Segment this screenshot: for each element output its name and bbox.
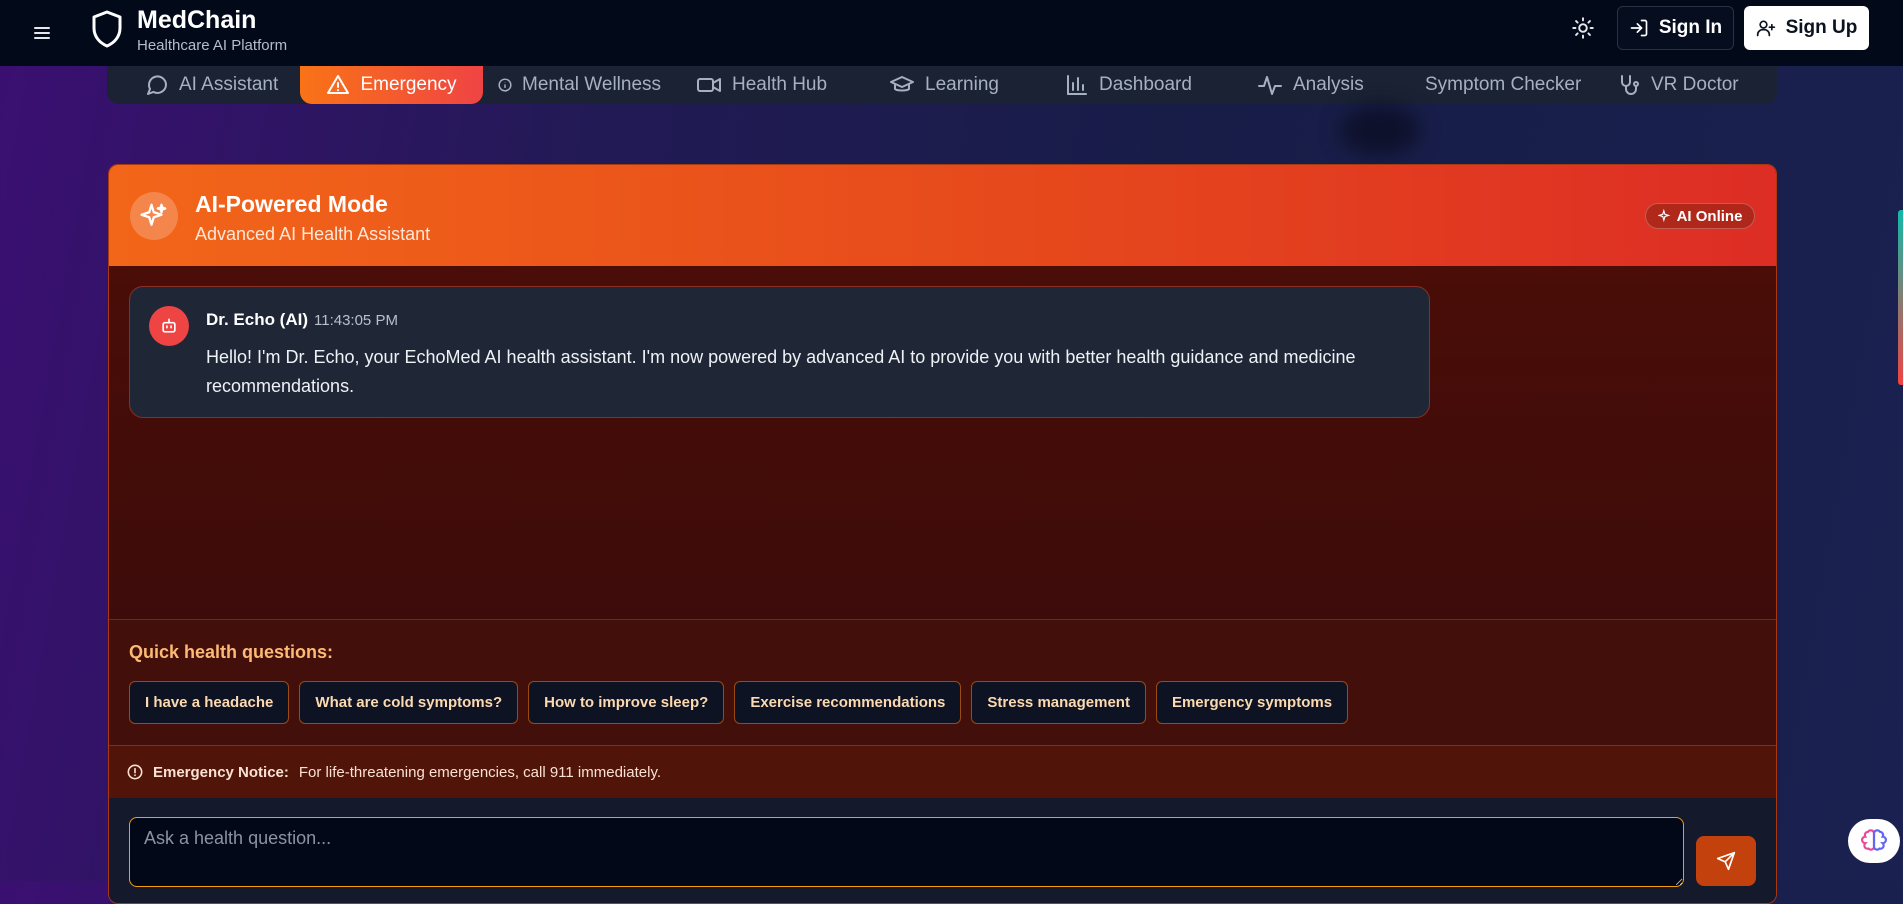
quick-question-chips: I have a headache What are cold symptoms… bbox=[129, 681, 1349, 724]
emergency-notice: Emergency Notice: For life-threatening e… bbox=[109, 745, 1776, 799]
sun-icon[interactable] bbox=[1570, 15, 1596, 41]
quick-question-chip[interactable]: Exercise recommendations bbox=[734, 681, 962, 724]
shield-logo-icon bbox=[90, 9, 124, 49]
tab-mental-wellness[interactable]: Mental Wellness bbox=[498, 66, 661, 104]
tab-analysis[interactable]: Analysis bbox=[1257, 66, 1364, 104]
tab-label: Learning bbox=[925, 74, 999, 95]
message-text: Hello! I'm Dr. Echo, your EchoMed AI hea… bbox=[206, 347, 1356, 396]
bot-icon bbox=[149, 306, 189, 346]
tab-ai-assistant[interactable]: AI Assistant bbox=[145, 66, 278, 104]
quick-question-chip[interactable]: How to improve sleep? bbox=[528, 681, 725, 724]
tab-vr-doctor[interactable]: VR Doctor bbox=[1617, 66, 1739, 104]
notice-text: For life-threatening emergencies, call 9… bbox=[298, 763, 661, 781]
activity-icon bbox=[1258, 76, 1282, 95]
tab-dashboard[interactable]: Dashboard bbox=[1065, 66, 1192, 104]
mode-title: AI-Powered Mode bbox=[195, 191, 388, 217]
quick-question-chip[interactable]: I have a headache bbox=[129, 681, 290, 724]
log-in-icon bbox=[1629, 18, 1649, 38]
brain-icon bbox=[1861, 829, 1887, 851]
top-bar: MedChain Healthcare AI Platform Sign In … bbox=[0, 0, 1903, 66]
quick-questions-label: Quick health questions: bbox=[129, 642, 334, 662]
chat-bubble-icon bbox=[147, 75, 167, 95]
alert-circle-icon bbox=[127, 764, 143, 780]
brand-subtitle: Healthcare AI Platform bbox=[137, 37, 288, 54]
tab-label: Dashboard bbox=[1099, 74, 1192, 95]
message-timestamp: 11:43:05 PM bbox=[314, 312, 398, 329]
tab-label: AI Assistant bbox=[179, 74, 279, 95]
mode-subtitle: Advanced AI Health Assistant bbox=[195, 224, 431, 244]
tab-emergency[interactable]: Emergency bbox=[300, 66, 483, 104]
chat-panel: AI-Powered Mode Advanced AI Health Assis… bbox=[108, 164, 1777, 904]
sign-in-button[interactable]: Sign In bbox=[1617, 6, 1734, 50]
send-button[interactable] bbox=[1696, 836, 1756, 886]
tab-label: Emergency bbox=[360, 74, 457, 95]
stethoscope-icon bbox=[1621, 75, 1639, 95]
tab-label: Health Hub bbox=[732, 74, 828, 95]
bar-chart-icon bbox=[1067, 75, 1087, 95]
brain-assistant-button[interactable] bbox=[1848, 819, 1900, 863]
video-icon bbox=[697, 78, 721, 92]
quick-question-chip[interactable]: What are cold symptoms? bbox=[299, 681, 519, 724]
background-glow bbox=[1340, 105, 1420, 155]
quick-question-chip[interactable]: Emergency symptoms bbox=[1155, 681, 1349, 724]
brand-name: MedChain bbox=[137, 6, 257, 34]
chat-input-area bbox=[109, 798, 1776, 903]
sparkles-icon bbox=[1657, 209, 1670, 223]
tab-health-hub[interactable]: Health Hub bbox=[696, 66, 827, 104]
warning-triangle-icon bbox=[327, 75, 350, 94]
message-list: Dr. Echo (AI) 11:43:05 PM Hello! I'm Dr.… bbox=[109, 266, 1776, 619]
tab-symptom-checker[interactable]: Symptom Checker bbox=[1425, 66, 1581, 104]
chat-input[interactable] bbox=[129, 817, 1684, 887]
sign-up-button[interactable]: Sign Up bbox=[1744, 6, 1869, 50]
notice-label: Emergency Notice: bbox=[153, 763, 289, 781]
sign-up-label: Sign Up bbox=[1785, 17, 1858, 38]
message-bubble: Dr. Echo (AI) 11:43:05 PM Hello! I'm Dr.… bbox=[129, 286, 1430, 418]
sparkles-icon bbox=[130, 192, 178, 240]
tab-label: Mental Wellness bbox=[522, 74, 662, 95]
status-label: AI Online bbox=[1676, 207, 1743, 225]
tab-label: VR Doctor bbox=[1651, 74, 1739, 95]
tab-label: Symptom Checker bbox=[1425, 74, 1582, 95]
sign-in-label: Sign In bbox=[1658, 17, 1723, 38]
quick-questions-section: Quick health questions: I have a headach… bbox=[109, 619, 1776, 746]
menu-icon[interactable] bbox=[30, 21, 54, 45]
quick-question-chip[interactable]: Stress management bbox=[971, 681, 1146, 724]
user-plus-icon bbox=[1756, 18, 1776, 38]
tab-label: Analysis bbox=[1293, 74, 1364, 95]
status-badge: AI Online bbox=[1645, 203, 1755, 229]
chat-header: AI-Powered Mode Advanced AI Health Assis… bbox=[109, 165, 1776, 266]
tab-learning[interactable]: Learning bbox=[889, 66, 999, 104]
main-nav: AI Assistant Emergency Mental Wellness H… bbox=[107, 66, 1777, 104]
side-scroll-accent bbox=[1898, 210, 1903, 385]
message-sender: Dr. Echo (AI) bbox=[206, 310, 309, 329]
send-icon bbox=[1716, 851, 1736, 871]
info-icon bbox=[498, 78, 512, 92]
graduation-cap-icon bbox=[890, 76, 914, 92]
